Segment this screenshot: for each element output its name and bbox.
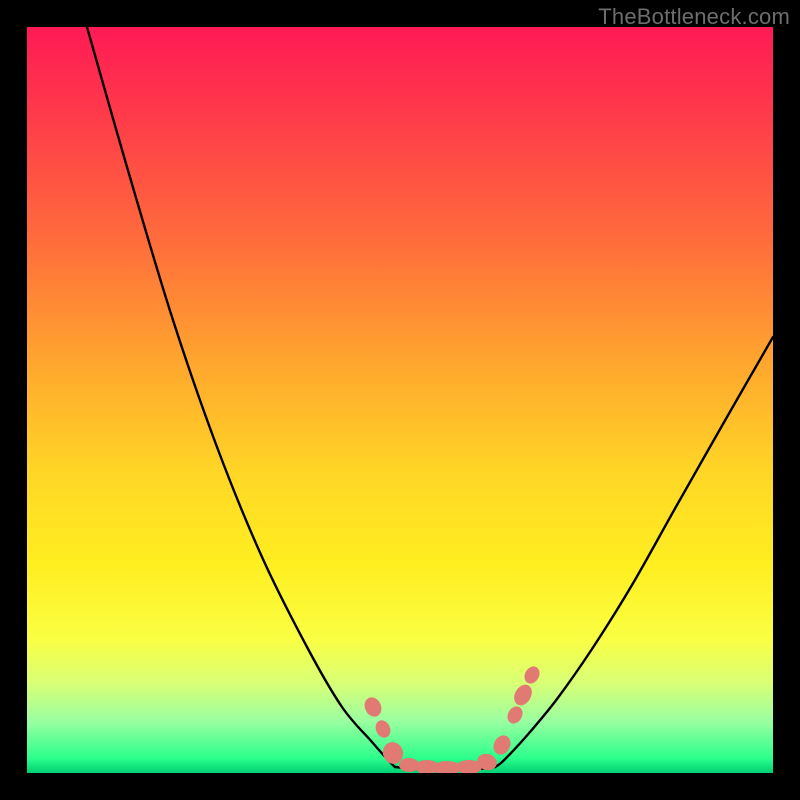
marker-group — [362, 664, 543, 773]
curve-group — [87, 27, 773, 769]
data-marker — [504, 704, 525, 727]
chart-plot-area — [27, 27, 773, 773]
data-marker — [362, 695, 385, 720]
chart-frame: TheBottleneck.com — [0, 0, 800, 800]
data-marker — [373, 718, 393, 740]
curve-left-branch — [87, 27, 395, 767]
curve-right-branch — [495, 337, 773, 767]
data-marker — [521, 664, 542, 687]
watermark-text: TheBottleneck.com — [598, 4, 790, 30]
chart-svg — [27, 27, 773, 773]
data-marker — [511, 681, 536, 708]
